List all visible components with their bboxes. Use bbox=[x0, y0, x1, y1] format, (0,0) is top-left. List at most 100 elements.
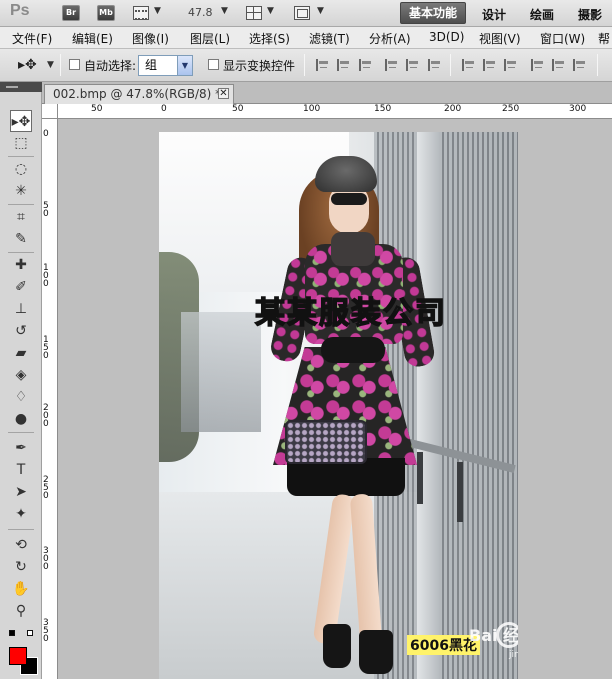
menu-edit[interactable]: 编辑(E) bbox=[72, 30, 113, 47]
document-tab-strip: 002.bmp @ 47.8%(RGB/8) * ✕ bbox=[42, 82, 612, 104]
ruler-label: 2 0 0 bbox=[43, 403, 49, 429]
model-hat bbox=[315, 156, 377, 192]
ruler-label: 300 bbox=[569, 104, 587, 114]
menu-view[interactable]: 视图(V) bbox=[479, 30, 521, 47]
separator bbox=[8, 204, 34, 205]
workspace-design-link[interactable]: 设计 bbox=[482, 6, 506, 23]
align-right-edges-icon[interactable] bbox=[428, 58, 442, 72]
menu-window[interactable]: 窗口(W) bbox=[540, 30, 585, 47]
history-brush-tool-icon[interactable]: ↺ bbox=[10, 320, 32, 342]
lasso-tool-icon[interactable]: ◌ bbox=[10, 158, 32, 180]
align-bottom-edges-icon[interactable] bbox=[359, 58, 373, 72]
distribute-bottom-edges-icon[interactable] bbox=[504, 58, 518, 72]
ruler-label: 50 bbox=[91, 104, 103, 114]
model-scarf bbox=[331, 232, 375, 266]
clone-stamp-tool-icon[interactable]: ⊥ bbox=[10, 298, 32, 320]
crop-tool-icon[interactable]: ⌗ bbox=[10, 206, 32, 228]
distribute-right-edges-icon[interactable] bbox=[573, 58, 587, 72]
application-bar: Ps Br Mb ▼ 47.8 ▼ ▼ ▼ 基本功能 设计 绘画 摄影 bbox=[0, 0, 612, 27]
screen-mode-chevron-icon[interactable]: ▼ bbox=[317, 6, 324, 16]
brush-tool-icon[interactable]: ✐ bbox=[10, 276, 32, 298]
paint-bucket-tool-icon[interactable]: ◈ bbox=[10, 364, 32, 386]
menu-help[interactable]: 帮 bbox=[598, 30, 610, 47]
bridge-button[interactable]: Br bbox=[62, 5, 80, 21]
auto-select-checkbox[interactable] bbox=[69, 59, 80, 70]
distribute-left-edges-icon[interactable] bbox=[531, 58, 545, 72]
dodge-tool-icon[interactable]: ● bbox=[10, 408, 32, 430]
horizontal-ruler[interactable]: 50 0 50 100 150 200 250 300 bbox=[58, 104, 612, 119]
align-horizontal-centers-icon[interactable] bbox=[406, 58, 420, 72]
eyedropper-tool-icon[interactable]: ✎ bbox=[10, 228, 32, 250]
type-tool-icon[interactable]: T bbox=[10, 459, 32, 481]
document-tab[interactable]: 002.bmp @ 47.8%(RGB/8) * ✕ bbox=[44, 84, 234, 104]
tool-preset-chevron-icon[interactable]: ▼ bbox=[47, 60, 54, 70]
zoom-dropdown-chevron-icon[interactable]: ▼ bbox=[221, 6, 228, 16]
image-canvas[interactable]: 某某服装公司 6006黑花 Bai 经验 jingyan.baidu.com bbox=[159, 132, 518, 679]
vertical-ruler[interactable]: 0 5 0 1 0 0 1 5 0 2 0 0 2 5 0 3 0 0 3 5 … bbox=[42, 104, 58, 679]
model-studded-clutch bbox=[285, 420, 367, 464]
align-vertical-centers-icon[interactable] bbox=[337, 58, 351, 72]
move-tool-icon[interactable]: ▸✥ bbox=[10, 110, 32, 132]
rectangular-marquee-tool-icon[interactable]: ⬚ bbox=[10, 132, 32, 154]
eraser-tool-icon[interactable]: ▰ bbox=[10, 342, 32, 364]
path-selection-tool-icon[interactable]: ➤ bbox=[10, 481, 32, 503]
workspace-painting-link[interactable]: 绘画 bbox=[530, 6, 554, 23]
screen-mode-icon[interactable] bbox=[294, 6, 310, 20]
spot-healing-brush-tool-icon[interactable]: ✚ bbox=[10, 254, 32, 276]
menu-layer[interactable]: 图层(L) bbox=[190, 30, 230, 47]
align-top-edges-icon[interactable] bbox=[316, 58, 330, 72]
baidu-jingyan-url: jingyan.baidu.com bbox=[509, 650, 518, 660]
ruler-origin[interactable] bbox=[42, 104, 58, 119]
options-bar: ▸✥ ▼ 自动选择: 组 ▼ 显示变换控件 bbox=[0, 49, 612, 82]
film-strip-icon[interactable] bbox=[133, 6, 149, 20]
show-transform-controls-checkbox[interactable] bbox=[208, 59, 219, 70]
menu-select[interactable]: 选择(S) bbox=[249, 30, 290, 47]
mini-bridge-button[interactable]: Mb bbox=[97, 5, 115, 21]
workspace-essentials-button[interactable]: 基本功能 bbox=[400, 2, 466, 24]
zoom-tool-icon[interactable]: ⚲ bbox=[10, 600, 32, 622]
ruler-label: 150 bbox=[374, 104, 392, 114]
blur-tool-icon[interactable]: ♢ bbox=[10, 386, 32, 408]
auto-select-label: 自动选择: bbox=[84, 59, 137, 73]
workspace-photography-link[interactable]: 摄影 bbox=[578, 6, 602, 23]
zoom-level[interactable]: 47.8 bbox=[188, 6, 213, 19]
model-right-shoe bbox=[359, 630, 393, 674]
auto-select-target-dropdown[interactable]: 组 ▼ bbox=[138, 55, 193, 76]
default-colors-icon[interactable] bbox=[9, 630, 15, 636]
distribute-horizontal-centers-icon[interactable] bbox=[552, 58, 566, 72]
3d-orbit-tool-icon[interactable]: ↻ bbox=[10, 556, 32, 578]
ruler-label: 5 0 bbox=[43, 201, 49, 219]
distribute-top-edges-icon[interactable] bbox=[462, 58, 476, 72]
baidu-jingyan-logo: Bai 经验 bbox=[469, 626, 518, 645]
menu-file[interactable]: 文件(F) bbox=[12, 30, 52, 47]
quick-selection-tool-icon[interactable]: ✳ bbox=[10, 180, 32, 202]
ruler-label: 2 5 0 bbox=[43, 475, 49, 501]
menu-filter[interactable]: 滤镜(T) bbox=[309, 30, 350, 47]
align-left-edges-icon[interactable] bbox=[385, 58, 399, 72]
menu-3d[interactable]: 3D(D) bbox=[429, 30, 464, 44]
distribute-vertical-centers-icon[interactable] bbox=[483, 58, 497, 72]
photoshop-logo: Ps bbox=[10, 2, 30, 19]
separator bbox=[597, 54, 598, 76]
move-tool-preset-icon[interactable]: ▸✥ bbox=[18, 57, 40, 73]
ruler-label: 200 bbox=[444, 104, 462, 114]
custom-shape-tool-icon[interactable]: ✦ bbox=[10, 503, 32, 525]
arrange-chevron-icon[interactable]: ▼ bbox=[267, 6, 274, 16]
hand-tool-icon[interactable]: ✋ bbox=[10, 578, 32, 600]
separator bbox=[8, 529, 34, 530]
arrange-documents-icon[interactable] bbox=[246, 6, 262, 20]
menu-image[interactable]: 图像(I) bbox=[132, 30, 169, 47]
pen-tool-icon[interactable]: ✒ bbox=[10, 437, 32, 459]
model-bow bbox=[321, 337, 385, 363]
ruler-label: 3 0 0 bbox=[43, 546, 49, 572]
foreground-color-swatch[interactable] bbox=[9, 647, 27, 665]
menu-analysis[interactable]: 分析(A) bbox=[369, 30, 411, 47]
swap-colors-icon[interactable] bbox=[27, 630, 33, 636]
model-left-shoe bbox=[323, 624, 351, 668]
show-transform-controls-label: 显示变换控件 bbox=[223, 59, 296, 73]
tools-panel-header[interactable] bbox=[0, 82, 42, 92]
chevron-down-icon[interactable]: ▼ bbox=[177, 56, 192, 75]
chevron-down-icon[interactable]: ▼ bbox=[154, 6, 161, 16]
3d-rotate-tool-icon[interactable]: ⟲ bbox=[10, 534, 32, 556]
close-icon[interactable]: ✕ bbox=[218, 88, 229, 99]
